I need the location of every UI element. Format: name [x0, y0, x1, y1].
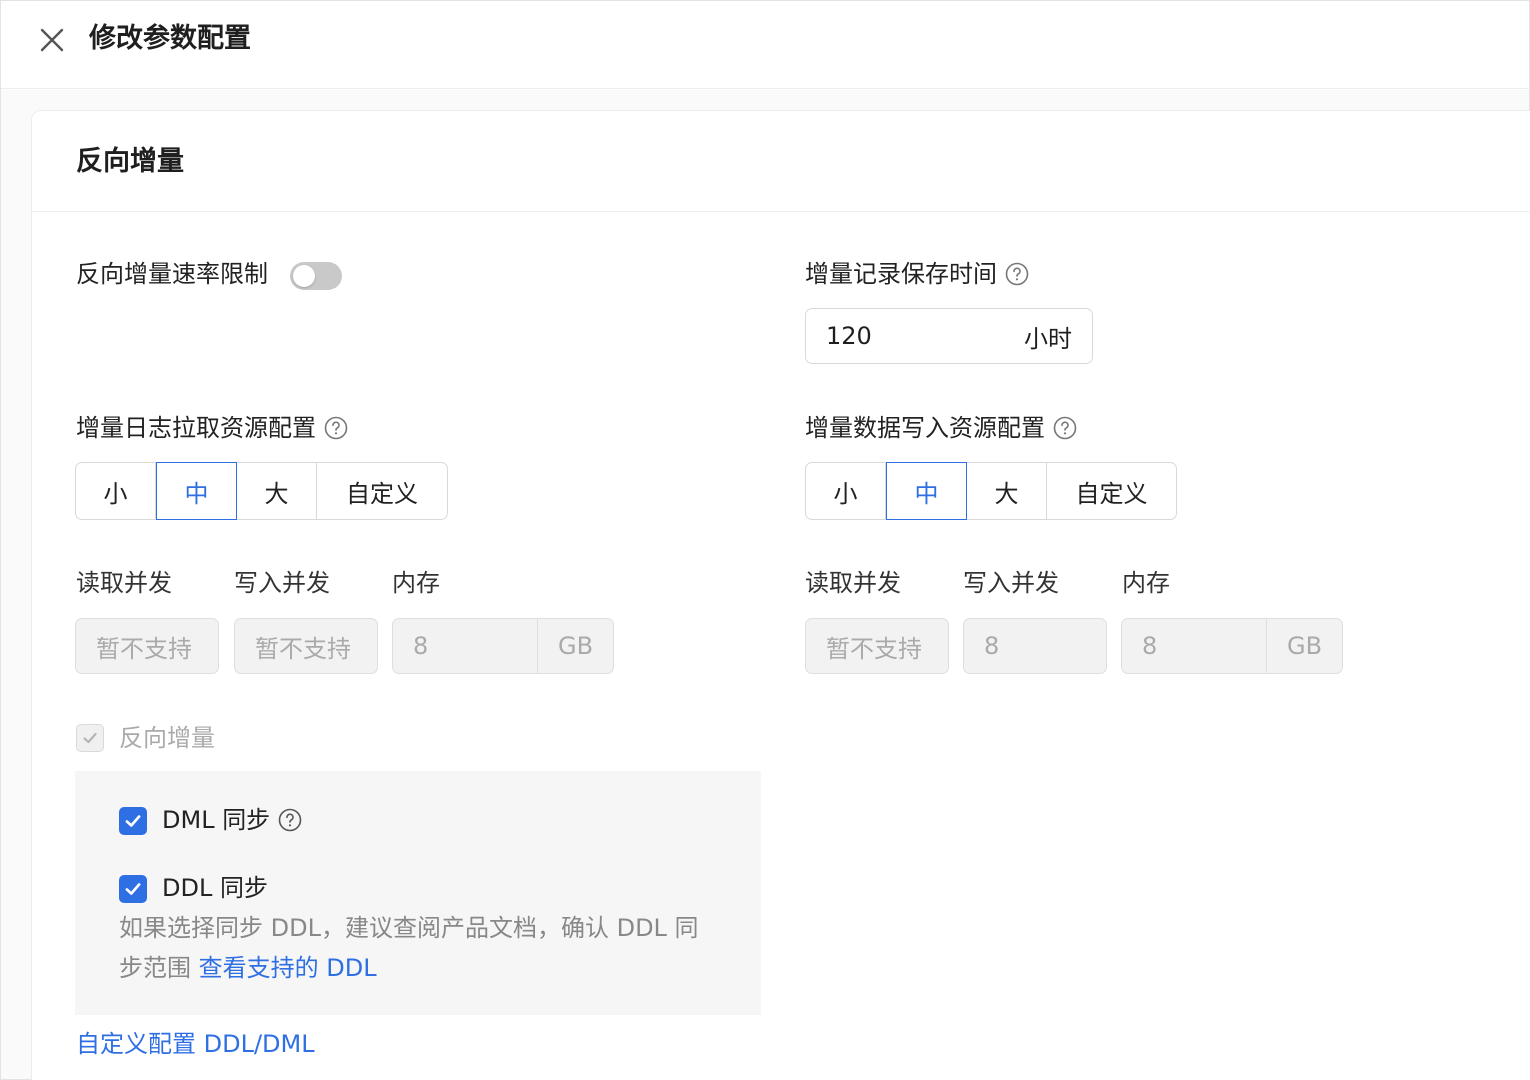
- pull-option-medium[interactable]: 中: [156, 462, 237, 520]
- ddl-sync-checkbox[interactable]: [119, 875, 147, 903]
- help-icon[interactable]: [1053, 416, 1077, 440]
- dialog-title: 修改参数配置: [89, 23, 251, 54]
- pull-memory-unit: GB: [537, 619, 613, 673]
- ddl-desc-line2: 步范围 查看支持的 DDL: [119, 948, 699, 988]
- help-icon[interactable]: [1005, 262, 1029, 286]
- pull-option-custom[interactable]: 自定义: [317, 463, 447, 519]
- write-read-concurrency-input: 暂不支持: [805, 618, 949, 674]
- pull-read-concurrency-value: 暂不支持: [96, 634, 192, 663]
- ddl-sync-label: DDL 同步: [162, 874, 268, 902]
- write-option-medium[interactable]: 中: [886, 462, 967, 520]
- write-memory-value: 8: [1142, 632, 1158, 660]
- close-icon: [40, 28, 64, 52]
- dml-sync-label: DML 同步: [162, 805, 302, 835]
- pull-memory-label: 内存: [392, 569, 440, 597]
- pull-read-concurrency-label: 读取并发: [76, 569, 172, 597]
- write-write-concurrency-input: 8: [963, 618, 1107, 674]
- help-icon[interactable]: [324, 416, 348, 440]
- rate-limit-toggle[interactable]: [290, 262, 342, 290]
- write-memory-input: 8 GB: [1121, 618, 1343, 674]
- dialog-header: 修改参数配置: [1, 1, 1529, 89]
- help-icon[interactable]: [278, 808, 302, 832]
- pull-write-concurrency-value: 暂不支持: [255, 634, 351, 663]
- custom-ddl-dml-link[interactable]: 自定义配置 DDL/DML: [76, 1029, 315, 1059]
- write-memory-unit: GB: [1266, 619, 1342, 673]
- write-resource-label: 增量数据写入资源配置: [805, 413, 1077, 443]
- reverse-increment-checkbox[interactable]: [76, 724, 104, 752]
- ddl-desc-line1: 如果选择同步 DDL，建议查阅产品文档，确认 DDL 同: [119, 914, 699, 942]
- write-write-concurrency-label: 写入并发: [963, 569, 1059, 597]
- view-supported-ddl-link[interactable]: 查看支持的 DDL: [199, 954, 377, 982]
- ddl-sync-description: 如果选择同步 DDL，建议查阅产品文档，确认 DDL 同 步范围 查看支持的 D…: [119, 908, 699, 988]
- pull-write-concurrency-input: 暂不支持: [234, 618, 378, 674]
- dml-sync-checkbox[interactable]: [119, 807, 147, 835]
- pull-resource-label: 增量日志拉取资源配置: [76, 413, 348, 443]
- close-button[interactable]: [35, 23, 69, 57]
- pull-memory-input: 8 GB: [392, 618, 614, 674]
- pull-option-small[interactable]: 小: [76, 463, 156, 519]
- check-icon: [125, 883, 141, 895]
- pull-memory-value: 8: [413, 632, 429, 660]
- reverse-increment-label: 反向增量: [119, 724, 215, 752]
- rate-limit-label: 反向增量速率限制: [76, 259, 268, 289]
- pull-resource-label-text: 增量日志拉取资源配置: [76, 414, 316, 442]
- pull-option-large[interactable]: 大: [237, 463, 317, 519]
- ddl-desc-line2-text: 步范围: [119, 954, 191, 982]
- retention-value[interactable]: 120: [826, 322, 872, 350]
- retention-label: 增量记录保存时间: [805, 259, 1029, 289]
- write-memory-label: 内存: [1122, 569, 1170, 597]
- check-icon: [125, 815, 141, 827]
- pull-resource-segmented: 小 中 大 自定义: [75, 462, 448, 520]
- dialog-frame: 修改参数配置 反向增量 反向增量速率限制 增量记录保存时间 120 小时 增量日…: [0, 0, 1530, 1080]
- pull-read-concurrency-input: 暂不支持: [75, 618, 219, 674]
- retention-label-text: 增量记录保存时间: [805, 260, 997, 288]
- retention-input[interactable]: 120 小时: [805, 308, 1093, 364]
- dml-sync-label-text: DML 同步: [162, 806, 271, 834]
- retention-unit: 小时: [1024, 324, 1072, 353]
- section-header: 反向增量: [32, 111, 1530, 212]
- write-option-custom[interactable]: 自定义: [1047, 463, 1176, 519]
- section-title: 反向增量: [76, 146, 184, 177]
- write-read-concurrency-label: 读取并发: [805, 569, 901, 597]
- toggle-knob: [293, 265, 315, 287]
- write-read-concurrency-value: 暂不支持: [826, 634, 922, 663]
- write-option-large[interactable]: 大: [967, 463, 1047, 519]
- write-write-concurrency-value: 8: [984, 632, 1000, 660]
- pull-write-concurrency-label: 写入并发: [234, 569, 330, 597]
- check-icon: [83, 732, 97, 744]
- write-resource-label-text: 增量数据写入资源配置: [805, 414, 1045, 442]
- write-option-small[interactable]: 小: [806, 463, 886, 519]
- write-resource-segmented: 小 中 大 自定义: [805, 462, 1177, 520]
- rate-limit-label-text: 反向增量速率限制: [76, 260, 268, 288]
